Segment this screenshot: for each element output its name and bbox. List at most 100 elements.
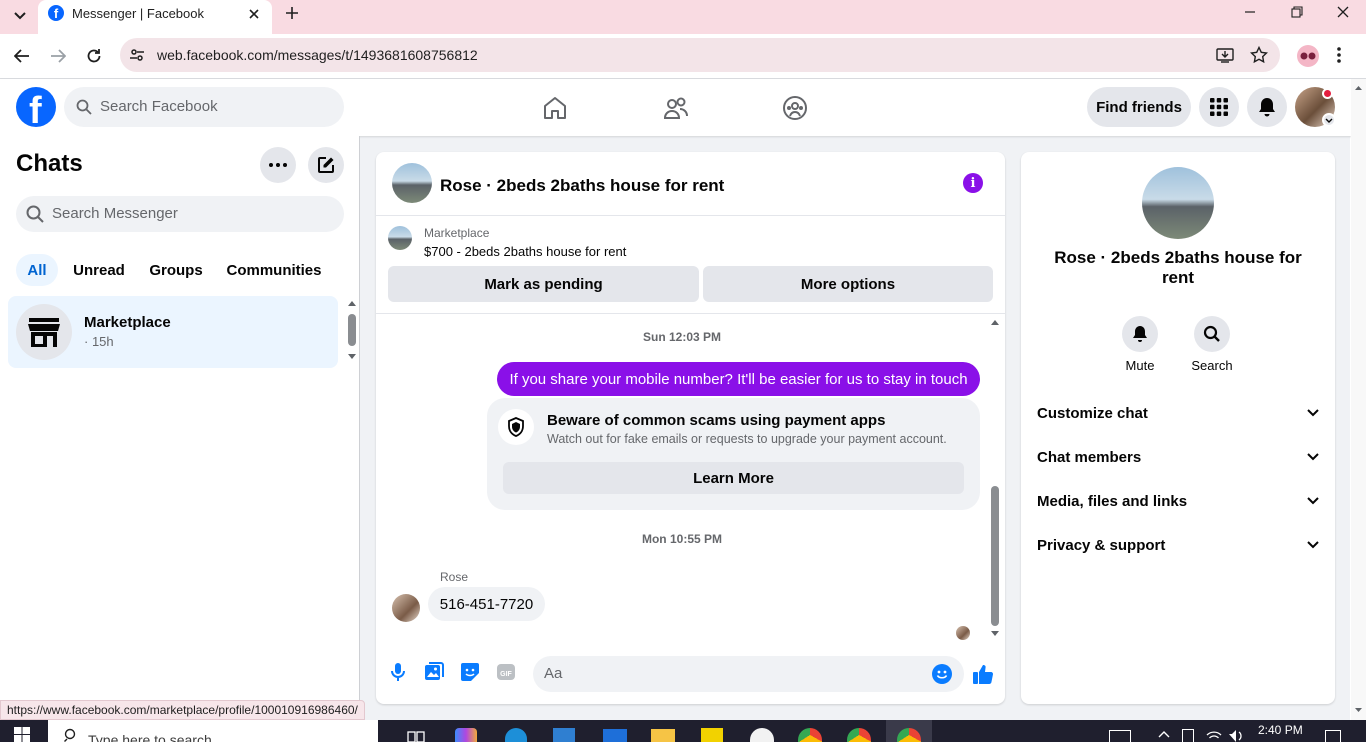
mail-app-icon[interactable] [603,729,627,742]
taskbar-search-input[interactable]: Type here to search [48,720,378,742]
customize-chat-section[interactable]: Customize chat [1037,403,1319,423]
page-scrollbar[interactable] [1351,79,1366,720]
reload-icon[interactable] [82,44,106,68]
messenger-search-placeholder: Search Messenger [52,205,178,222]
sticky-notes-icon[interactable] [701,728,723,742]
store-app-icon[interactable] [553,728,575,742]
new-message-icon[interactable] [308,147,344,183]
conversation-avatar[interactable] [392,163,432,203]
bookmark-star-icon[interactable] [1250,46,1268,64]
browser-profile-icon[interactable] [1297,45,1319,67]
active-chrome-task[interactable] [886,720,932,742]
privacy-support-section[interactable]: Privacy & support [1037,535,1319,555]
link-status-bubble: https://www.facebook.com/marketplace/pro… [0,700,365,720]
received-message-bubble[interactable]: 516-451-7720 [428,587,545,621]
windows-start-icon[interactable] [14,727,30,742]
section-label: Media, files and links [1037,492,1188,510]
home-icon[interactable] [542,95,568,121]
volume-icon[interactable] [1228,729,1244,742]
address-bar[interactable]: web.facebook.com/messages/t/149368160875… [120,38,1280,72]
account-chevron-icon[interactable] [1322,113,1336,127]
facebook-search-input[interactable]: Search Facebook [64,87,344,127]
notification-center-icon[interactable] [1325,730,1341,742]
chrome-app-icon[interactable] [798,728,822,742]
facebook-logo-icon[interactable]: f [16,87,56,127]
new-tab-icon[interactable] [282,3,302,23]
emoji-icon[interactable] [932,664,952,684]
windows-taskbar: Type here to search 2:40 PM [0,720,1366,742]
browser-tab[interactable]: f Messenger | Facebook [38,0,272,34]
info-icon[interactable]: i [963,173,983,193]
app-icon[interactable] [750,728,774,742]
groups-icon[interactable] [782,95,808,121]
search-icon [64,728,78,742]
browser-menu-icon[interactable] [1337,46,1341,64]
site-info-icon[interactable] [129,47,145,63]
details-avatar[interactable] [1142,167,1214,239]
minimize-window-icon[interactable] [1238,2,1262,22]
photo-attach-icon[interactable] [424,662,444,682]
conversation-header: Rose · 2beds 2baths house for rent i [376,152,1005,216]
filter-groups-tab[interactable]: Groups [142,254,210,286]
conversation-title[interactable]: Rose · 2beds 2baths house for rent [440,176,724,196]
thumbs-up-icon[interactable] [972,663,994,685]
battery-icon[interactable] [1182,729,1194,742]
mark-as-pending-button[interactable]: Mark as pending [388,266,699,302]
scam-warning-body: Watch out for fake emails or requests to… [547,432,947,446]
sender-avatar[interactable] [392,594,420,622]
filter-unread-tab[interactable]: Unread [66,254,132,286]
tab-search-button[interactable] [8,4,32,28]
timestamp-sunday: Sun 12:03 PM [642,330,722,344]
message-composer-input[interactable]: Aa [533,656,964,692]
friends-icon[interactable] [663,95,689,121]
back-arrow-icon[interactable] [10,44,34,68]
section-label: Customize chat [1037,404,1148,422]
mute-label: Mute [1125,358,1155,373]
mute-bell-icon[interactable] [1122,316,1158,352]
microphone-icon[interactable] [388,662,408,682]
edge-app-icon[interactable] [505,728,527,742]
chat-members-section[interactable]: Chat members [1037,447,1319,467]
find-friends-button[interactable]: Find friends [1087,87,1191,127]
conversation-scrollbar[interactable] [988,316,1002,640]
listing-title[interactable]: $700 - 2beds 2baths house for rent [424,244,626,259]
chrome-app-icon [897,728,921,742]
learn-more-button[interactable]: Learn More [503,462,964,494]
task-view-icon[interactable] [407,730,425,742]
sent-message-bubble[interactable]: If you share your mobile number? It'll b… [497,362,980,396]
details-panel: Rose · 2beds 2baths house for rent Mute … [1021,152,1335,704]
media-files-links-section[interactable]: Media, files and links [1037,491,1319,511]
taskbar-search-placeholder: Type here to search [88,732,212,742]
tray-chevron-up-icon[interactable] [1158,730,1170,738]
tab-title: Messenger | Facebook [72,6,204,21]
divider [376,313,1005,314]
close-tab-icon[interactable] [246,6,262,22]
chrome-app-icon[interactable] [847,728,871,742]
filter-all-tab[interactable]: All [16,254,58,286]
forward-arrow-icon[interactable] [46,44,70,68]
close-window-icon[interactable] [1331,2,1355,22]
chats-options-icon[interactable] [260,147,296,183]
facebook-header: f Search Facebook Find friends [0,79,1366,136]
restore-window-icon[interactable] [1285,2,1309,22]
chat-list-scrollbar[interactable] [343,296,361,368]
notification-dot [1322,88,1333,99]
copilot-app-icon[interactable] [455,728,477,742]
filter-communities-tab[interactable]: Communities [220,254,328,286]
file-explorer-icon[interactable] [651,729,675,742]
url-text[interactable]: web.facebook.com/messages/t/149368160875… [157,47,478,63]
install-app-icon[interactable] [1216,46,1234,64]
gif-icon[interactable]: GIF [496,662,516,682]
notifications-bell-icon[interactable] [1247,87,1287,127]
chevron-down-icon [1307,409,1319,417]
search-icon [76,99,92,115]
sticker-icon[interactable] [460,662,480,682]
chat-list-item[interactable]: Marketplace · 15h [8,296,338,368]
search-conversation-icon[interactable] [1194,316,1230,352]
messenger-search-input[interactable]: Search Messenger [16,196,344,232]
chats-title: Chats [16,150,83,177]
more-options-button[interactable]: More options [703,266,993,302]
system-tray-icon[interactable] [1109,730,1131,742]
menu-grid-icon[interactable] [1199,87,1239,127]
wifi-icon[interactable] [1206,729,1222,742]
